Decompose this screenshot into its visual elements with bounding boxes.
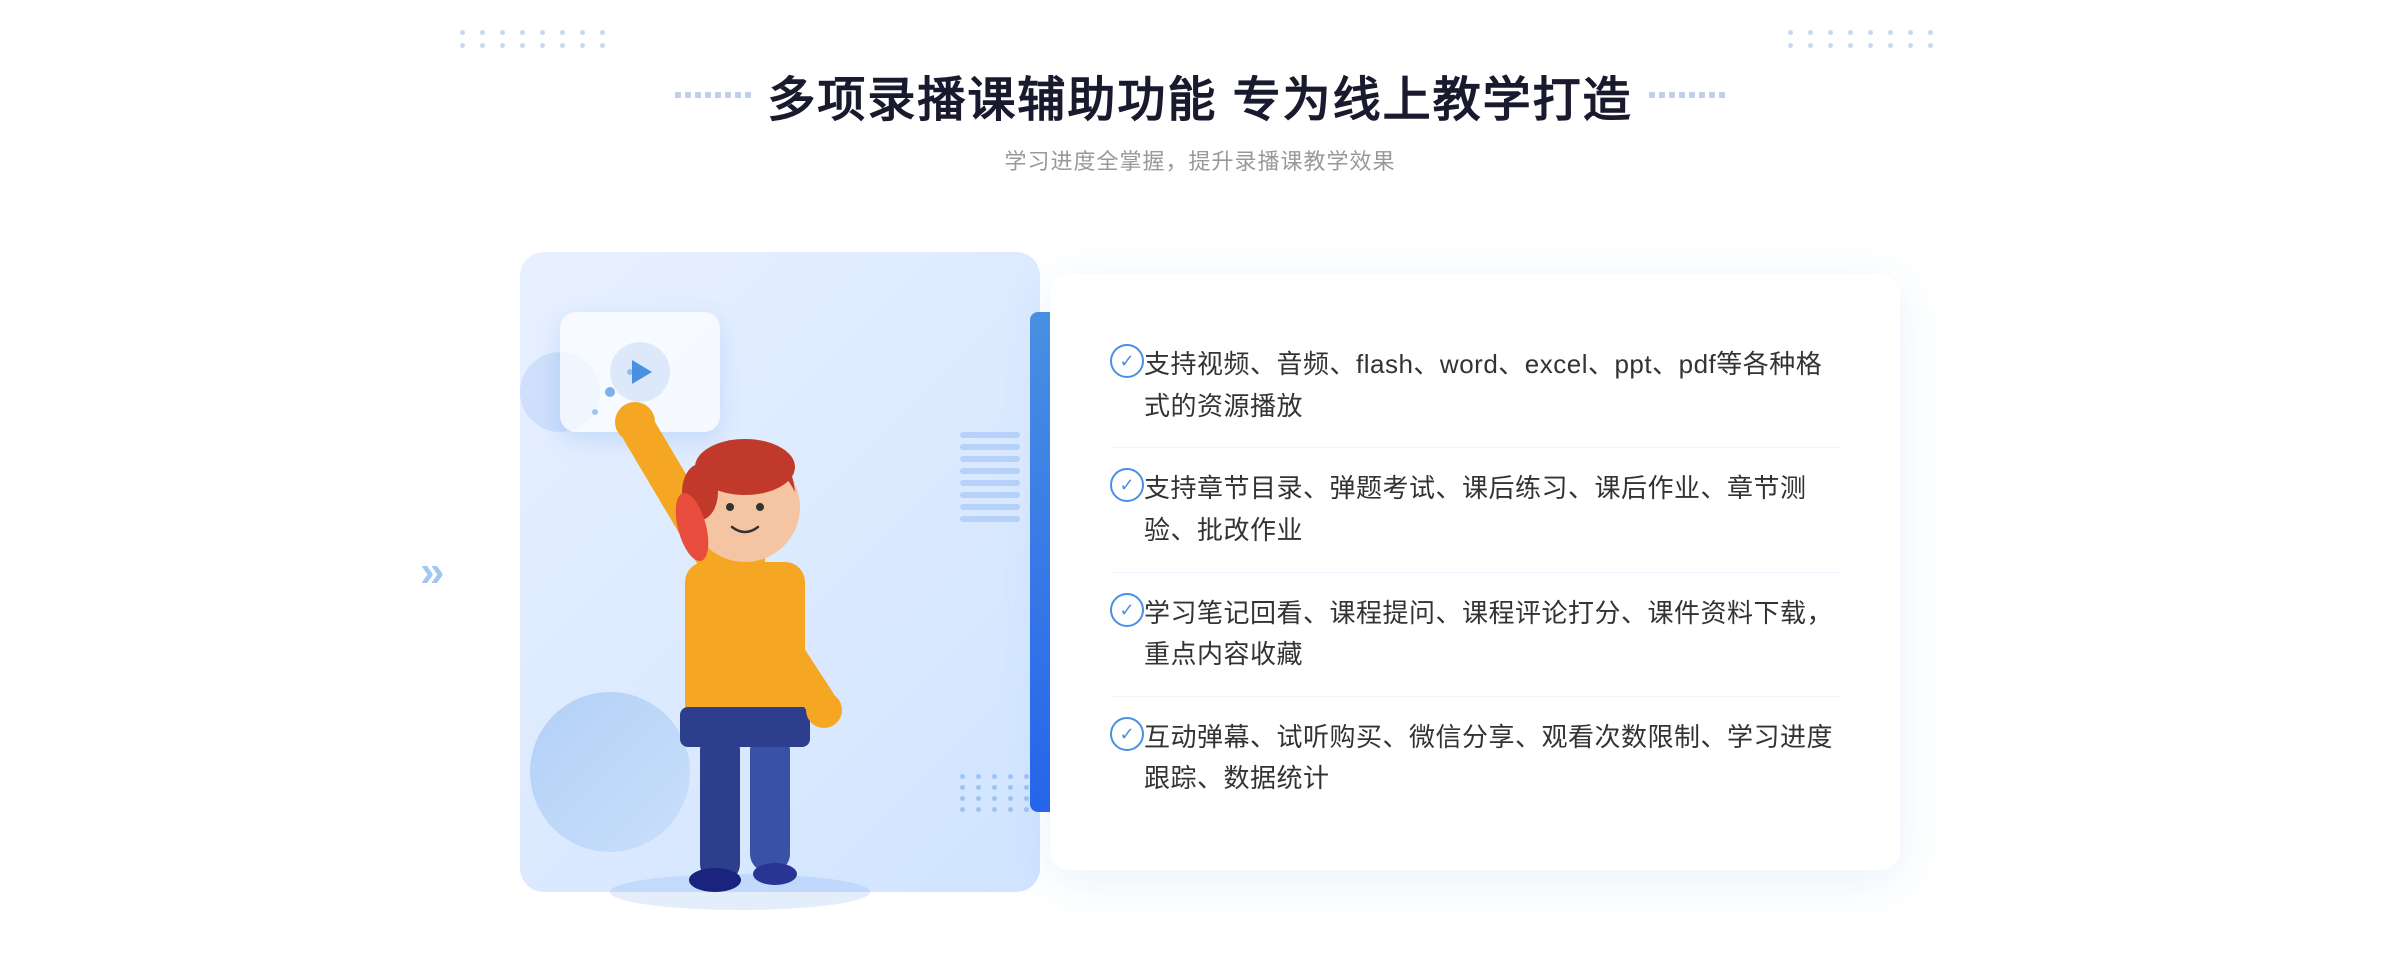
check-icon-2: ✓ — [1110, 468, 1144, 502]
left-chevron-decoration: » — [420, 547, 444, 597]
title-decoration-right — [1649, 92, 1725, 98]
feature-text-3: 学习笔记回看、课程提问、课程评论打分、课件资料下载，重点内容收藏 — [1144, 593, 1840, 676]
feature-text-1: 支持视频、音频、flash、word、excel、ppt、pdf等各种格式的资源… — [1144, 344, 1840, 427]
check-icon-1: ✓ — [1110, 344, 1144, 378]
content-area: » — [500, 232, 1900, 912]
title-decoration-left — [675, 92, 751, 98]
header-section: 多项录播课辅助功能 专为线上教学打造 学习进度全掌握，提升录播课教学效果 — [675, 60, 1724, 176]
deco-lines-decoration — [960, 432, 1020, 552]
illustration-wrapper — [500, 232, 1060, 912]
dots-decoration-top-left — [460, 30, 612, 48]
dots-decoration-top-right — [1788, 30, 1940, 48]
check-icon-4: ✓ — [1110, 717, 1144, 751]
feature-text-2: 支持章节目录、弹题考试、课后练习、课后作业、章节测验、批改作业 — [1144, 468, 1840, 551]
content-panel: ✓ 支持视频、音频、flash、word、excel、ppt、pdf等各种格式的… — [1050, 274, 1900, 870]
feature-item-2: ✓ 支持章节目录、弹题考试、课后练习、课后作业、章节测验、批改作业 — [1110, 448, 1840, 572]
title-text: 多项录播课辅助功能 专为线上教学打造 — [767, 60, 1632, 130]
feature-text-4: 互动弹幕、试听购买、微信分享、观看次数限制、学习进度跟踪、数据统计 — [1144, 717, 1840, 800]
feature-item-4: ✓ 互动弹幕、试听购买、微信分享、观看次数限制、学习进度跟踪、数据统计 — [1110, 697, 1840, 820]
chevron-left-icon: » — [420, 547, 444, 596]
check-icon-3: ✓ — [1110, 593, 1144, 627]
subtitle-text: 学习进度全掌握，提升录播课教学效果 — [675, 144, 1724, 176]
main-title: 多项录播课辅助功能 专为线上教学打造 — [675, 60, 1724, 130]
feature-item-1: ✓ 支持视频、音频、flash、word、excel、ppt、pdf等各种格式的… — [1110, 324, 1840, 448]
feature-item-3: ✓ 学习笔记回看、课程提问、课程评论打分、课件资料下载，重点内容收藏 — [1110, 573, 1840, 697]
page-container: 多项录播课辅助功能 专为线上教学打造 学习进度全掌握，提升录播课教学效果 » — [0, 0, 2400, 974]
human-figure-illustration — [580, 332, 900, 912]
